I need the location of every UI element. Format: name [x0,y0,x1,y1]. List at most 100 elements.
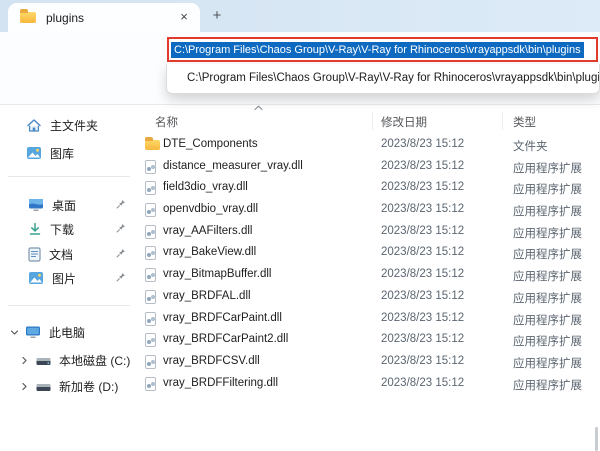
table-row[interactable]: DTE_Components 2023/8/23 15:12 文件夹 [140,134,600,156]
new-tab-button[interactable]: + [206,5,228,27]
table-row[interactable]: vray_BRDFAL.dll 2023/8/23 15:12 应用程序扩展 [140,286,600,308]
file-type: 应用程序扩展 [513,184,582,197]
home-icon [26,118,42,133]
file-date: 2023/8/23 15:12 [381,354,465,367]
sidebar-divider [8,176,130,177]
pin-icon [116,223,126,233]
sidebar-item-label: 下载 [50,222,75,237]
file-type: 应用程序扩展 [513,227,582,240]
sidebar-item-documents[interactable]: 文档 [0,242,140,266]
file-type: 应用程序扩展 [513,271,582,284]
table-row[interactable]: vray_BRDFFiltering.dll 2023/8/23 15:12 应… [140,373,600,395]
file-name: vray_BakeView.dll [163,246,257,259]
file-name: vray_AAFilters.dll [163,224,253,237]
sidebar-item-label: 桌面 [52,198,77,213]
file-name: vray_BRDFCarPaint2.dll [163,333,289,346]
address-suggestion-dropdown: C:\Program Files\Chaos Group\V-Ray\V-Ray… [166,64,600,94]
drive-icon [36,381,51,392]
scrollbar-thumb[interactable] [595,427,598,451]
sidebar-item-downloads[interactable]: 下载 [0,217,140,241]
sidebar-item-local-disk-c[interactable]: 本地磁盘 (C:) [0,347,140,373]
file-date: 2023/8/23 15:12 [381,289,465,302]
file-type: 应用程序扩展 [513,357,582,370]
folder-icon [145,137,160,150]
file-type: 应用程序扩展 [513,336,582,349]
file-date: 2023/8/23 15:12 [381,159,465,172]
pin-icon [116,248,126,258]
file-date: 2023/8/23 15:12 [381,268,465,281]
file-explorer-window: { "window": { "tab": { "label": "plugins… [0,0,600,451]
table-row[interactable]: openvdbio_vray.dll 2023/8/23 15:12 应用程序扩… [140,199,600,221]
close-tab-icon[interactable]: × [174,7,194,27]
sidebar-item-home[interactable]: 主文件夹 [0,113,140,137]
pictures-icon [28,271,44,285]
chevron-right-icon[interactable] [20,356,29,365]
file-date: 2023/8/23 15:12 [381,203,465,216]
table-row[interactable]: vray_BRDFCarPaint.dll 2023/8/23 15:12 应用… [140,308,600,330]
dll-file-icon [145,354,156,369]
column-header-row: 名称 修改日期 类型 [140,105,600,133]
dll-file-icon [145,376,156,391]
table-row[interactable]: vray_BRDFCSV.dll 2023/8/23 15:12 应用程序扩展 [140,351,600,373]
file-name: vray_BRDFFiltering.dll [163,376,279,389]
table-row[interactable]: vray_BakeView.dll 2023/8/23 15:12 应用程序扩展 [140,242,600,264]
address-path-selected-text[interactable]: C:\Program Files\Chaos Group\V-Ray\V-Ray… [171,41,584,58]
file-type: 应用程序扩展 [513,314,582,327]
sidebar: 主文件夹 图库 桌面 下载 文档 图片 此电脑 本地磁盘 (C:) 新加卷 (D… [0,105,140,404]
address-suggestion-item[interactable]: C:\Program Files\Chaos Group\V-Ray\V-Ray… [167,64,599,93]
file-name: vray_BitmapBuffer.dll [163,268,272,281]
pin-icon [116,272,126,282]
file-name: vray_BRDFAL.dll [163,289,251,302]
sidebar-item-pictures[interactable]: 图片 [0,266,140,290]
drive-icon [36,355,51,366]
tab-plugins[interactable]: plugins × [8,3,200,32]
sidebar-item-desktop[interactable]: 桌面 [0,193,140,217]
dll-file-icon [145,224,156,239]
chevron-down-icon[interactable] [10,328,19,337]
address-bar[interactable]: C:\Program Files\Chaos Group\V-Ray\V-Ray… [167,37,598,62]
file-type: 应用程序扩展 [513,206,582,219]
chevron-right-icon[interactable] [20,382,29,391]
column-header-name[interactable]: 名称 [155,114,178,130]
sidebar-item-label: 文档 [49,247,74,262]
desktop-icon [28,198,44,212]
file-type: 应用程序扩展 [513,379,582,392]
gallery-icon [26,146,42,160]
sidebar-item-this-pc[interactable]: 此电脑 [0,320,140,344]
column-header-type[interactable]: 类型 [513,114,536,130]
tab-label: plugins [46,10,85,25]
sidebar-item-label: 本地磁盘 (C:) [59,353,131,368]
file-type: 应用程序扩展 [513,292,582,305]
file-date: 2023/8/23 15:12 [381,376,465,389]
dll-file-icon [145,181,156,196]
dll-file-icon [145,159,156,174]
file-rows: DTE_Components 2023/8/23 15:12 文件夹 dista… [140,134,600,394]
file-name: vray_BRDFCarPaint.dll [163,311,282,324]
file-date: 2023/8/23 15:12 [381,246,465,259]
table-row[interactable]: vray_BRDFCarPaint2.dll 2023/8/23 15:12 应… [140,329,600,351]
file-date: 2023/8/23 15:12 [381,311,465,324]
file-type: 应用程序扩展 [513,162,582,175]
dll-file-icon [145,246,156,261]
column-header-date[interactable]: 修改日期 [381,114,427,130]
sidebar-item-label: 图片 [52,271,77,286]
sidebar-item-new-volume-d[interactable]: 新加卷 (D:) [0,374,140,398]
table-row[interactable]: vray_AAFilters.dll 2023/8/23 15:12 应用程序扩… [140,221,600,243]
table-row[interactable]: distance_measurer_vray.dll 2023/8/23 15:… [140,156,600,178]
sidebar-item-gallery[interactable]: 图库 [0,141,140,165]
table-row[interactable]: field3dio_vray.dll 2023/8/23 15:12 应用程序扩… [140,177,600,199]
table-row[interactable]: vray_BitmapBuffer.dll 2023/8/23 15:12 应用… [140,264,600,286]
file-date: 2023/8/23 15:12 [381,181,465,194]
file-date: 2023/8/23 15:12 [381,224,465,237]
sidebar-item-label: 图库 [50,146,75,161]
column-divider[interactable] [372,112,373,130]
dll-file-icon [145,268,156,283]
documents-icon [28,246,41,262]
file-name: DTE_Components [163,138,258,150]
downloads-icon [28,222,42,236]
column-divider[interactable] [502,112,503,130]
sidebar-item-label: 主文件夹 [50,118,99,133]
dll-file-icon [145,333,156,348]
file-type: 应用程序扩展 [513,249,582,262]
sidebar-item-label: 新加卷 (D:) [59,379,119,394]
